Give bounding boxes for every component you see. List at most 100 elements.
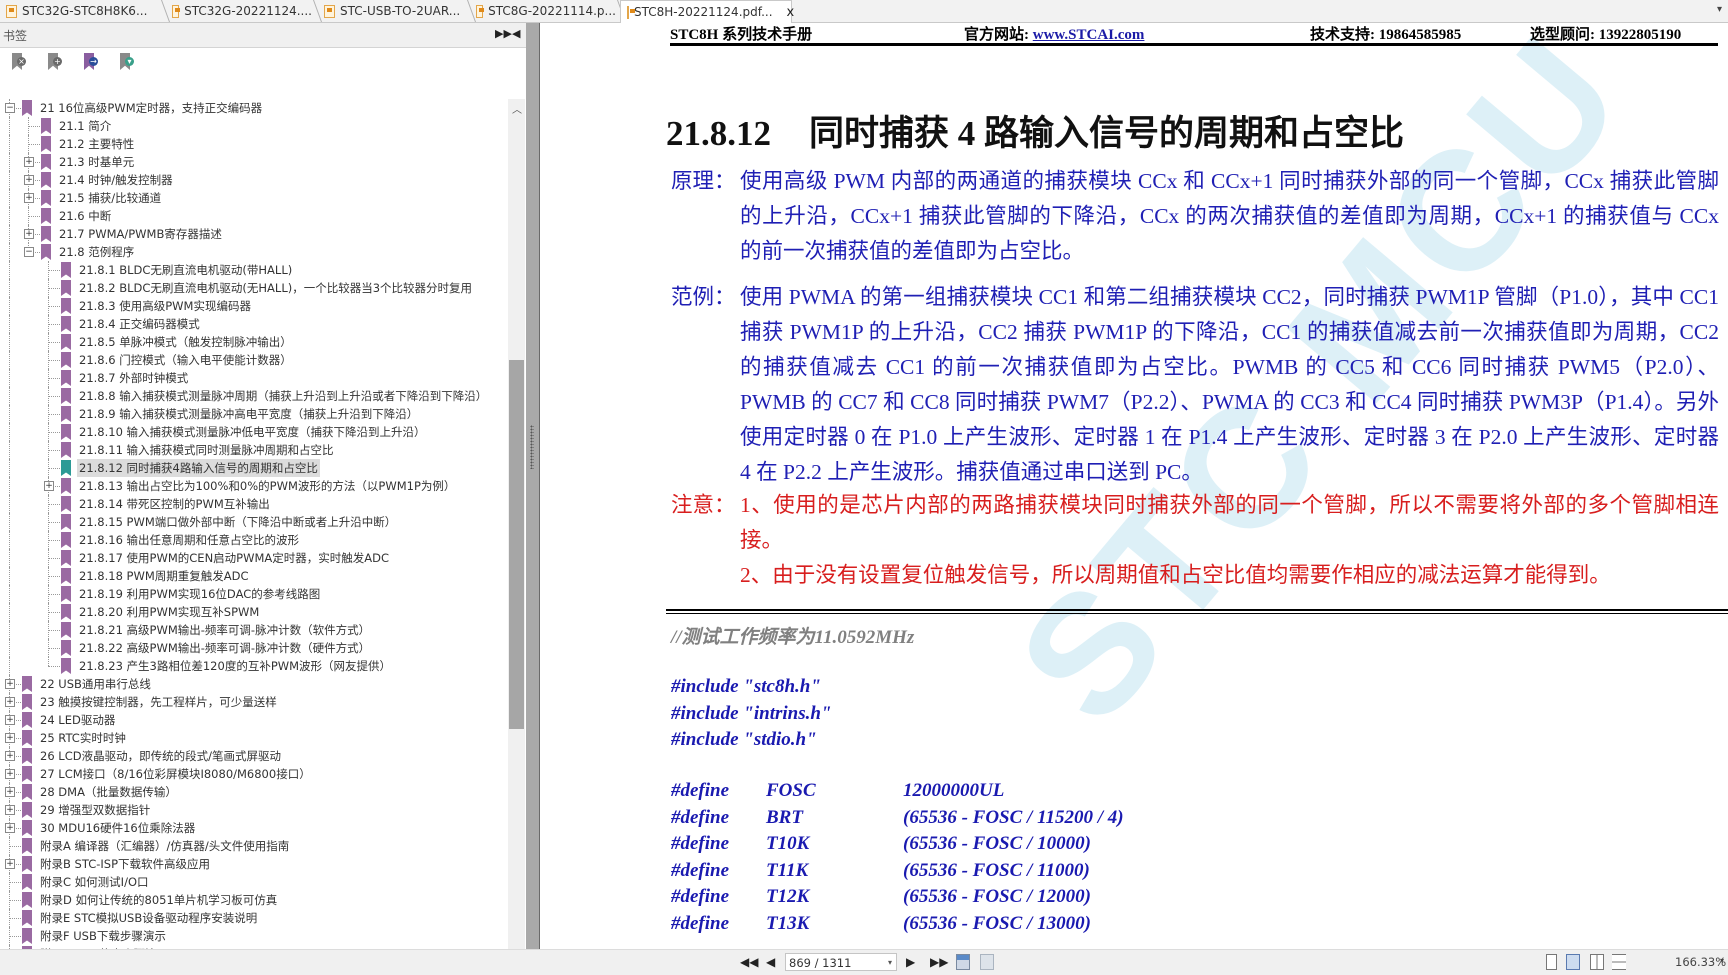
expand-toggle-icon[interactable]: + [44,481,54,491]
bookmark-item[interactable]: +21.4 时钟/触发控制器 [0,171,508,189]
scroll-up-arrow[interactable]: ︿ [512,101,522,116]
expand-toggle-icon[interactable]: + [5,805,15,815]
website-link[interactable]: www.STCAI.com [1033,27,1145,43]
expand-toggle-icon[interactable]: + [5,751,15,761]
tab-stc32g-20221124[interactable]: STC32G-20221124.... [166,0,323,22]
bookmark-item[interactable]: 附录A 编译器（汇编器）/仿真器/头文件使用指南 [0,837,508,855]
zoom-dropdown-icon[interactable]: ▾ [1720,956,1724,965]
last-page-button[interactable]: ▶▶ [930,955,948,969]
bookmark-item[interactable]: +24 LED驱动器 [0,711,508,729]
next-view-icon[interactable] [980,954,994,970]
splitter-grip[interactable] [530,425,534,469]
tab-stc8g-20221114[interactable]: STC8G-20221114.p... [470,0,627,22]
expand-toggle-icon[interactable]: + [5,823,15,833]
page-number-input[interactable]: 869 / 1311 ▾ [785,953,897,971]
tab-stc8h-20221124[interactable]: STC8H-20221124.pdf... x [620,0,795,23]
bookmark-item[interactable]: 21.8.22 高级PWM输出-频率可调-脉冲计数（硬件方式） [0,639,508,657]
expand-panel-button[interactable]: ▶▶ [495,27,512,40]
pdf-file-icon [172,4,181,18]
bookmark-item[interactable]: +21.7 PWMA/PWMB寄存器描述 [0,225,508,243]
bookmark-item[interactable]: 21.8.8 输入捕获模式测量脉冲周期（捕获上升沿到上升沿或者下降沿到下降沿） [0,387,508,405]
prev-page-button[interactable]: ◀ [766,955,775,969]
tab-stc32g-stc8h8k6[interactable]: STC32G-STC8H8K6... [0,0,171,22]
collapse-toggle-icon[interactable]: − [24,247,34,257]
bookmark-item[interactable]: 21.8.11 输入捕获模式同时测量脉冲周期和占空比 [0,441,508,459]
bookmark-item[interactable]: 21.8.15 PWM端口做外部中断（下降沿中断或者上升沿中断） [0,513,508,531]
bookmark-item[interactable]: − 21 16位高级PWM定时器，支持正交编码器 [0,99,508,117]
bookmark-item[interactable]: 附录E STC模拟USB设备驱动程序安装说明 [0,909,508,927]
bookmark-item[interactable]: 21.8.3 使用高级PWM实现编码器 [0,297,508,315]
page-dropdown-icon[interactable]: ▾ [888,954,892,972]
bookmark-item[interactable]: 21.6 中断 [0,207,508,225]
single-page-view-icon[interactable] [1546,954,1557,970]
bookmark-item[interactable]: + 附录B STC-ISP下载软件高级应用 [0,855,508,873]
bookmark-icon [61,316,71,332]
bookmark-item[interactable]: 21.8.9 输入捕获模式测量脉冲高电平宽度（捕获上升沿到下降沿） [0,405,508,423]
expand-toggle-icon[interactable]: + [24,175,34,185]
bookmark-item[interactable]: 21.8.12 同时捕获4路输入信号的周期和占空比 [0,459,508,477]
close-tab-button[interactable]: x [787,5,795,20]
collapse-panel-button[interactable]: ◀ [512,27,520,40]
bookmark-item[interactable]: +27 LCM接口（8/16位彩屏模块I8080/M6800接口） [0,765,508,783]
bookmark-item[interactable]: 21.2 主要特性 [0,135,508,153]
expand-toggle-icon[interactable]: + [5,733,15,743]
next-page-button[interactable]: ▶ [906,955,915,969]
scrollbar-thumb[interactable] [509,360,524,729]
bookmark-item[interactable]: +25 RTC实时时钟 [0,729,508,747]
tree-connector [48,342,60,343]
bookmark-item[interactable]: 21.8.20 利用PWM实现互补SPWM [0,603,508,621]
expand-toggle-icon[interactable]: + [24,193,34,203]
bookmark-item[interactable]: +21.8.13 输出占空比为100%和0%的PWM波形的方法（以PWM1P为例… [0,477,508,495]
bookmark-item[interactable]: 附录C 如何测试I/O口 [0,873,508,891]
bookmark-item[interactable]: 21.8.17 使用PWM的CEN启动PWMA定时器，实时触发ADC [0,549,508,567]
expand-toggle-icon[interactable]: + [5,787,15,797]
bookmark-item[interactable]: 21.8.14 带死区控制的PWM互补输出 [0,495,508,513]
delete-bookmark-button[interactable]: × [10,53,26,71]
zoom-level[interactable]: 166.33% [1675,955,1726,969]
expand-bookmark-button[interactable]: ▾ [118,53,134,71]
bookmark-item[interactable]: 附录F USB下载步骤演示 [0,927,508,945]
bookmark-item[interactable]: +21.5 捕获/比较通道 [0,189,508,207]
expand-toggle-icon[interactable]: + [24,157,34,167]
bookmark-item[interactable]: 21.8.4 正交编码器模式 [0,315,508,333]
bookmark-item[interactable]: 附录D 如何让传统的8051单片机学习板可仿真 [0,891,508,909]
two-page-view-icon[interactable] [1590,954,1604,970]
continuous-view-icon[interactable] [1566,954,1580,970]
bookmark-item[interactable]: +21.3 时基单元 [0,153,508,171]
bookmark-item[interactable]: 21.8.6 门控模式（输入电平使能计数器） [0,351,508,369]
two-page-continuous-view-icon[interactable] [1612,954,1626,970]
first-page-button[interactable]: ◀◀ [740,955,758,969]
bookmark-item[interactable]: +23 触摸按键控制器，先工程样片，可少量送样 [0,693,508,711]
bookmark-item[interactable]: +26 LCD液晶驱动，即传统的段式/笔画式屏驱动 [0,747,508,765]
expand-toggle-icon[interactable]: + [5,769,15,779]
goto-bookmark-button[interactable]: → [82,53,98,71]
expand-toggle-icon[interactable]: + [24,229,34,239]
bookmark-item[interactable]: +29 增强型双数据指针 [0,801,508,819]
bookmark-item[interactable]: 21.8.18 PWM周期重复触发ADC [0,567,508,585]
tab-list-dropdown[interactable]: ▾ [1717,4,1722,15]
bookmark-item[interactable]: 21.1 简介 [0,117,508,135]
expand-toggle-icon[interactable]: + [5,859,15,869]
bookmark-item[interactable]: 21.8.7 外部时钟模式 [0,369,508,387]
expand-toggle-icon[interactable]: + [5,697,15,707]
collapse-toggle-icon[interactable]: − [5,103,15,113]
bookmark-item[interactable]: 21.8.5 单脉冲模式（触发控制脉冲输出） [0,333,508,351]
bookmark-item[interactable]: 21.8.10 输入捕获模式测量脉冲低电平宽度（捕获下降沿到上升沿） [0,423,508,441]
expand-toggle-icon[interactable]: + [5,715,15,725]
bookmark-item[interactable]: 21.8.1 BLDC无刷直流电机驱动(带HALL) [0,261,508,279]
previous-view-icon[interactable] [956,954,970,970]
tab-stc-usb-to-2uart[interactable]: STC-USB-TO-2UAR... [318,0,477,22]
bookmark-item[interactable]: +28 DMA（批量数据传输） [0,783,508,801]
expand-toggle-icon[interactable]: + [5,679,15,689]
add-bookmark-button[interactable]: + [46,53,62,71]
bookmark-item[interactable]: +22 USB通用串行总线 [0,675,508,693]
bookmark-item[interactable]: − 21.8 范例程序 [0,243,508,261]
bookmark-item[interactable]: 21.8.2 BLDC无刷直流电机驱动(无HALL)，一个比较器当3个比较器分时… [0,279,508,297]
bookmark-item[interactable]: 21.8.23 产生3路相位差120度的互补PWM波形（网友提供） [0,657,508,675]
bookmark-item[interactable]: 21.8.21 高级PWM输出-频率可调-脉冲计数（软件方式） [0,621,508,639]
bookmark-item[interactable]: +30 MDU16硬件16位乘除法器 [0,819,508,837]
panel-splitter[interactable] [526,23,540,949]
bookmarks-scrollbar[interactable]: ︿ ﹀ [508,99,525,969]
bookmark-item[interactable]: 21.8.19 利用PWM实现16位DAC的参考线路图 [0,585,508,603]
bookmark-item[interactable]: 21.8.16 输出任意周期和任意占空比的波形 [0,531,508,549]
